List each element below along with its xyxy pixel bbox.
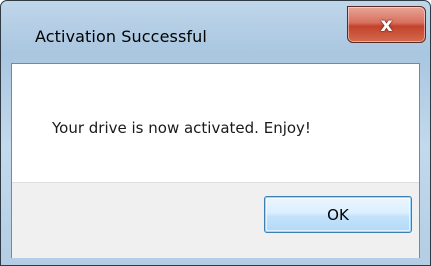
title-bar[interactable]: Activation Successful x <box>1 1 430 63</box>
dialog-content: Your drive is now activated. Enjoy! OK <box>11 63 420 258</box>
close-button[interactable]: x <box>347 6 426 43</box>
dialog-title: Activation Successful <box>35 27 207 46</box>
dialog-message: Your drive is now activated. Enjoy! <box>52 119 311 137</box>
dialog-window: Activation Successful x Your drive is no… <box>0 0 431 266</box>
ok-button[interactable]: OK <box>264 196 412 233</box>
button-area: OK <box>12 182 419 258</box>
close-icon: x <box>380 13 393 36</box>
